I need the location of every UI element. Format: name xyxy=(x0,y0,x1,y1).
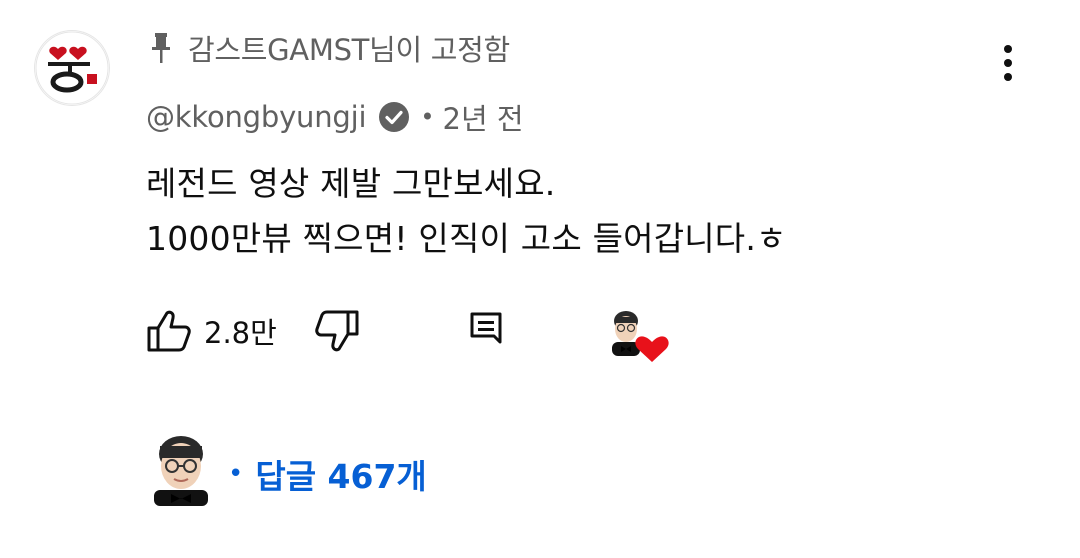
replies-count-label: 답글 467개 xyxy=(255,457,427,496)
more-options-button[interactable] xyxy=(988,40,1028,86)
reply-author-avatar xyxy=(146,432,216,506)
reply-comment-icon xyxy=(470,312,502,344)
separator-dot: • xyxy=(420,103,435,131)
comment-time: 2년 전 xyxy=(442,102,524,136)
kkong-logo-icon xyxy=(35,31,109,105)
pinned-label: 감스트GAMST님이 고정함 xyxy=(148,28,510,68)
comment-header: @kkongbyungji • 2년 전 xyxy=(146,95,524,139)
face-avatar-icon xyxy=(154,436,208,506)
channel-avatar[interactable] xyxy=(34,30,110,106)
author-name[interactable]: @kkongbyungji xyxy=(146,100,367,134)
creator-heart xyxy=(606,306,670,364)
thumbs-down-icon xyxy=(315,310,359,352)
comment-text-line-1: 레전드 영상 제발 그만보세요. xyxy=(146,164,556,203)
view-replies-link[interactable]: • 답글 467개 xyxy=(228,450,427,498)
thumbs-up-icon xyxy=(147,310,191,352)
creator-heart-icon xyxy=(612,311,669,362)
replies-dot: • xyxy=(228,459,244,489)
pin-icon xyxy=(152,33,170,63)
like-count: 2.8만 xyxy=(204,316,277,350)
reply-button[interactable] xyxy=(466,310,506,350)
like-button[interactable] xyxy=(146,308,192,354)
pinned-text: 감스트GAMST님이 고정함 xyxy=(188,33,510,67)
dislike-button[interactable] xyxy=(312,308,360,354)
verified-check-icon xyxy=(379,102,410,132)
comment-text-line-2: 1000만뷰 찍으면! 인직이 고소 들어갑니다.ㅎ xyxy=(146,219,787,258)
more-vert-icon xyxy=(1004,45,1012,81)
